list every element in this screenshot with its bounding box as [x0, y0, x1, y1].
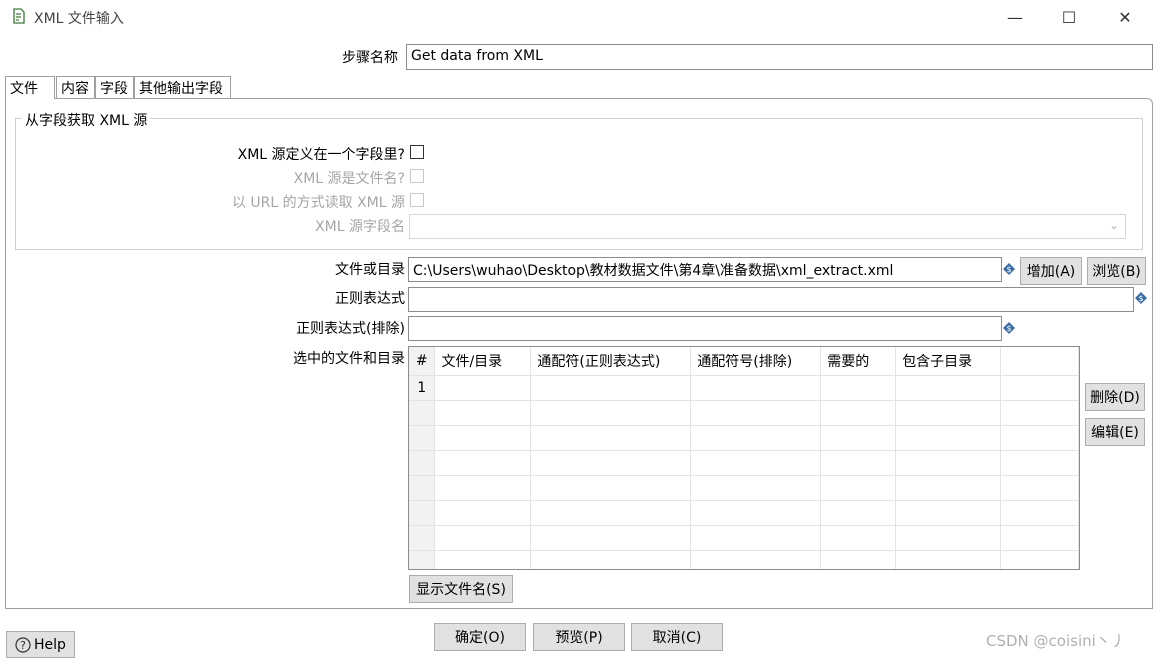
tab-file[interactable]: 文件 — [5, 76, 55, 99]
table-header-row: # 文件/目录 通配符(正则表达式) 通配符号(排除) 需要的 包含子目录 — [409, 347, 1079, 376]
title-bar: XML 文件输入 — ☐ ✕ — [0, 0, 1154, 34]
column-header[interactable]: 通配符号(排除) — [690, 347, 822, 376]
delete-button[interactable]: 删除(D) — [1085, 383, 1145, 411]
table-row[interactable]: 1 — [409, 375, 1079, 401]
xml-source-is-filename-checkbox[interactable] — [410, 169, 424, 183]
help-icon: ? — [15, 636, 31, 653]
step-name-label: 步骤名称 — [342, 50, 398, 66]
column-header[interactable]: 通配符(正则表达式) — [530, 347, 692, 376]
table-cell[interactable] — [820, 375, 897, 401]
row-number: 1 — [409, 375, 436, 401]
table-row — [409, 475, 1079, 501]
selected-files-table[interactable]: # 文件/目录 通配符(正则表达式) 通配符号(排除) 需要的 包含子目录 1 — [408, 346, 1080, 570]
svg-text:?: ? — [20, 639, 26, 652]
help-label: Help — [34, 636, 66, 653]
xml-input-step-icon — [13, 8, 25, 24]
table-cell[interactable] — [690, 375, 822, 401]
edit-button[interactable]: 编辑(E) — [1085, 418, 1145, 446]
xml-source-field-select[interactable]: ⌄ — [409, 214, 1126, 239]
ok-button[interactable]: 确定(O) — [434, 623, 526, 651]
column-header[interactable]: # — [409, 347, 436, 376]
xml-source-is-filename-label: XML 源是文件名? — [293, 171, 405, 187]
add-button[interactable]: 增加(A) — [1020, 257, 1082, 285]
read-as-url-checkbox[interactable] — [410, 193, 424, 207]
table-row — [409, 450, 1079, 476]
file-or-dir-label: 文件或目录 — [335, 262, 405, 278]
regex-label: 正则表达式 — [335, 291, 405, 307]
table-row — [409, 500, 1079, 526]
read-as-url-label: 以 URL 的方式读取 XML 源 — [231, 195, 405, 211]
column-header[interactable]: 文件/目录 — [434, 347, 532, 376]
tab-content[interactable]: 内容 — [56, 76, 95, 98]
file-or-dir-input[interactable]: C:\Users\wuhao\Desktop\教材数据文件\第4章\准备数据\x… — [408, 257, 1002, 282]
xml-source-group-title: 从字段获取 XML 源 — [22, 110, 151, 130]
svg-text:$: $ — [1006, 265, 1011, 274]
variable-icon[interactable]: $ — [1003, 322, 1015, 334]
variable-icon[interactable]: $ — [1003, 263, 1015, 275]
chevron-down-icon: ⌄ — [1108, 218, 1119, 232]
column-header[interactable]: 需要的 — [820, 347, 897, 376]
window-title: XML 文件输入 — [34, 11, 124, 27]
regex-exclude-input[interactable] — [408, 316, 1002, 341]
variable-icon[interactable]: $ — [1135, 292, 1147, 304]
column-header[interactable]: 包含子目录 — [895, 347, 1002, 376]
xml-source-in-field-checkbox[interactable] — [410, 145, 424, 159]
table-cell[interactable] — [895, 375, 1002, 401]
table-cell[interactable] — [530, 375, 692, 401]
tab-additional-output-fields[interactable]: 其他输出字段 — [134, 76, 231, 98]
maximize-button[interactable]: ☐ — [1046, 4, 1092, 30]
xml-source-in-field-label: XML 源定义在一个字段里? — [237, 147, 405, 163]
column-header-filler — [1000, 347, 1079, 376]
xml-source-field-name-label: XML 源字段名 — [315, 219, 405, 235]
regex-exclude-label: 正则表达式(排除) — [296, 321, 405, 337]
preview-button[interactable]: 预览(P) — [533, 623, 625, 651]
close-button[interactable]: ✕ — [1102, 4, 1148, 30]
minimize-button[interactable]: — — [992, 4, 1038, 30]
table-cell[interactable] — [434, 375, 532, 401]
svg-text:$: $ — [1138, 294, 1143, 303]
table-row — [409, 550, 1079, 569]
table-cell — [1000, 375, 1079, 401]
regex-input[interactable] — [408, 287, 1134, 312]
show-filenames-button[interactable]: 显示文件名(S) — [409, 575, 513, 603]
watermark: CSDN @coisini丶丿 — [986, 632, 1126, 650]
table-row — [409, 425, 1079, 451]
table-row — [409, 400, 1079, 426]
step-name-input[interactable]: Get data from XML — [406, 44, 1153, 70]
table-row — [409, 525, 1079, 551]
svg-text:$: $ — [1006, 324, 1011, 333]
help-button[interactable]: ? Help — [6, 631, 75, 658]
browse-button[interactable]: 浏览(B) — [1087, 257, 1146, 285]
tab-fields[interactable]: 字段 — [95, 76, 134, 98]
cancel-button[interactable]: 取消(C) — [631, 623, 723, 651]
selected-files-label: 选中的文件和目录 — [293, 351, 405, 367]
